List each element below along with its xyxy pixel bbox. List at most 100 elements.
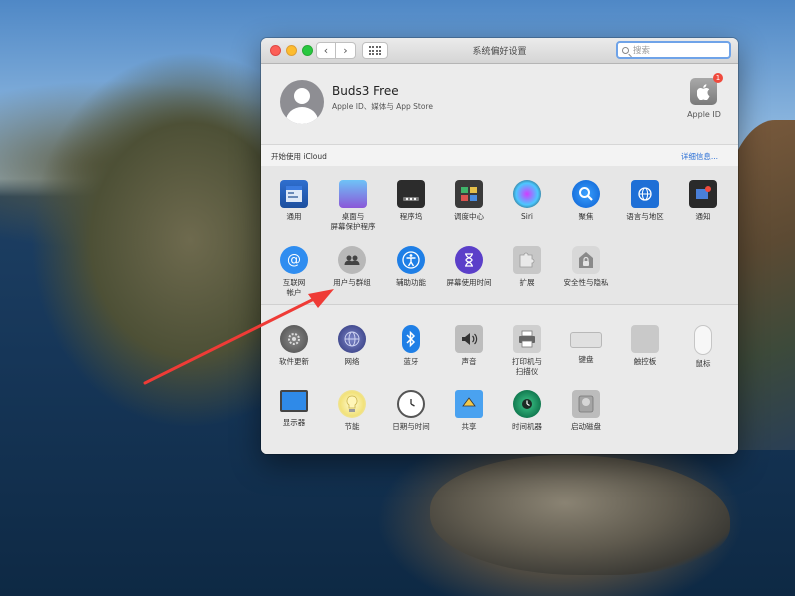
dock-icon [397,180,425,208]
pane-bluetooth[interactable]: 蓝牙 [382,325,440,367]
pane-accessibility[interactable]: 辅助功能 [382,246,440,288]
pane-siri[interactable]: Siri [498,180,556,222]
apple-id-label: Apple ID [687,110,721,119]
pane-label: 日期与时间 [392,422,430,431]
account-header: Buds3 Free Apple ID、媒体与 App Store 1 Appl… [261,64,738,144]
pane-label: 互联网 帐户 [282,278,306,297]
pane-screen-time[interactable]: 屏幕使用时间 [440,246,498,288]
icloud-banner: 开始使用 iCloud 详细信息... [261,144,738,167]
users-groups-icon [338,246,366,274]
pane-label: 声音 [461,357,477,366]
pane-label: 网络 [344,357,360,366]
screen-time-icon [455,246,483,274]
accessibility-icon [397,246,425,274]
time-machine-icon [513,390,541,418]
pane-displays[interactable]: 显示器 [265,390,323,428]
pane-keyboard[interactable]: 键盘 [557,325,615,365]
title-bar: ‹ › 系统偏好设置 搜索 [261,38,738,64]
sound-icon [455,325,483,353]
notification-badge: 1 [713,73,723,83]
pane-date-time[interactable]: 日期与时间 [382,390,440,432]
pane-label: 桌面与 屏幕保护程序 [330,212,376,231]
icloud-details-link[interactable]: 详细信息... [681,151,718,162]
pane-label: 时间机器 [512,422,542,431]
pane-sharing[interactable]: 共享 [440,390,498,432]
security-privacy-icon [572,246,600,274]
displays-icon [280,390,308,412]
general-icon [280,180,308,208]
pane-trackpad[interactable]: 触控板 [616,325,674,367]
pane-label: 调度中心 [454,212,484,221]
search-field[interactable]: 搜索 [616,41,731,59]
pane-label: 共享 [461,422,477,431]
pane-label: 显示器 [282,418,306,427]
extensions-icon [513,246,541,274]
pane-time-machine[interactable]: 时间机器 [498,390,556,432]
pane-language-region[interactable]: 语言与地区 [616,180,674,222]
pane-mouse[interactable]: 鼠标 [674,325,732,369]
search-icon [622,46,629,54]
pane-desktop-screensaver[interactable]: 桌面与 屏幕保护程序 [323,180,383,232]
pane-label: 安全性与隐私 [563,278,609,287]
pane-security-privacy[interactable]: 安全性与隐私 [557,246,615,288]
date-time-icon [397,390,425,418]
internet-accounts-icon: @ [280,246,308,274]
pane-label: 节能 [344,422,360,431]
pane-printers-scanners[interactable]: 打印机与 扫描仪 [498,325,556,377]
pane-dock[interactable]: 程序坞 [382,180,440,222]
pane-label: 鼠标 [695,359,711,368]
pane-software-update[interactable]: 软件更新 [265,325,323,367]
pane-internet-accounts[interactable]: @ 互联网 帐户 [265,246,323,298]
siri-icon [513,180,541,208]
pane-label: 辅助功能 [396,278,426,287]
pane-label: 通知 [695,212,711,221]
printers-scanners-icon [513,325,541,353]
startup-disk-icon [572,390,600,418]
pane-label: 程序坞 [399,212,423,221]
pane-label: 软件更新 [279,357,309,366]
search-placeholder: 搜索 [633,46,651,56]
system-preferences-window: ‹ › 系统偏好设置 搜索 Buds3 Free Apple ID、媒体与 Ap… [261,38,738,454]
pane-label: 用户与群组 [333,278,371,287]
language-region-icon [631,180,659,208]
pane-mission-control[interactable]: 调度中心 [440,180,498,222]
energy-saver-icon [338,390,366,418]
pane-label: 触控板 [633,357,657,366]
pane-startup-disk[interactable]: 启动磁盘 [557,390,615,432]
wallpaper-rock [430,455,730,575]
trackpad-icon [631,325,659,353]
mission-control-icon [455,180,483,208]
desktop-screensaver-icon [339,180,367,208]
icloud-text: 开始使用 iCloud [271,152,327,161]
pane-label: 通用 [286,212,302,221]
account-subtitle: Apple ID、媒体与 App Store [332,102,433,111]
pane-energy-saver[interactable]: 节能 [323,390,381,432]
pane-label: 蓝牙 [403,357,419,366]
software-update-icon [280,325,308,353]
apple-id-icon[interactable] [690,78,717,105]
pane-notifications[interactable]: 通知 [674,180,732,222]
pane-label: 启动磁盘 [571,422,601,431]
account-name: Buds3 Free [332,84,399,98]
pane-general[interactable]: 通用 [265,180,323,222]
keyboard-icon [570,332,602,348]
network-icon [338,325,366,353]
mouse-icon [694,325,712,355]
personal-preferences-section: 通用 桌面与 屏幕保护程序 程序坞 调度中心 Siri 聚焦 语言与地区 通知 … [261,166,738,304]
pane-network[interactable]: 网络 [323,325,381,367]
pane-spotlight[interactable]: 聚焦 [557,180,615,222]
pane-label: 扩展 [519,278,535,287]
pane-label: 语言与地区 [626,212,664,221]
pane-users-groups[interactable]: 用户与群组 [323,246,381,288]
bluetooth-icon [402,325,420,353]
pane-sound[interactable]: 声音 [440,325,498,367]
pane-label: 聚焦 [578,212,594,221]
pane-label: Siri [520,212,533,221]
spotlight-icon [572,180,600,208]
pane-label: 屏幕使用时间 [446,278,492,287]
notifications-icon [689,180,717,208]
pane-label: 打印机与 扫描仪 [512,357,542,376]
pane-label: 键盘 [578,355,594,364]
avatar[interactable] [280,80,324,124]
pane-extensions[interactable]: 扩展 [498,246,556,288]
